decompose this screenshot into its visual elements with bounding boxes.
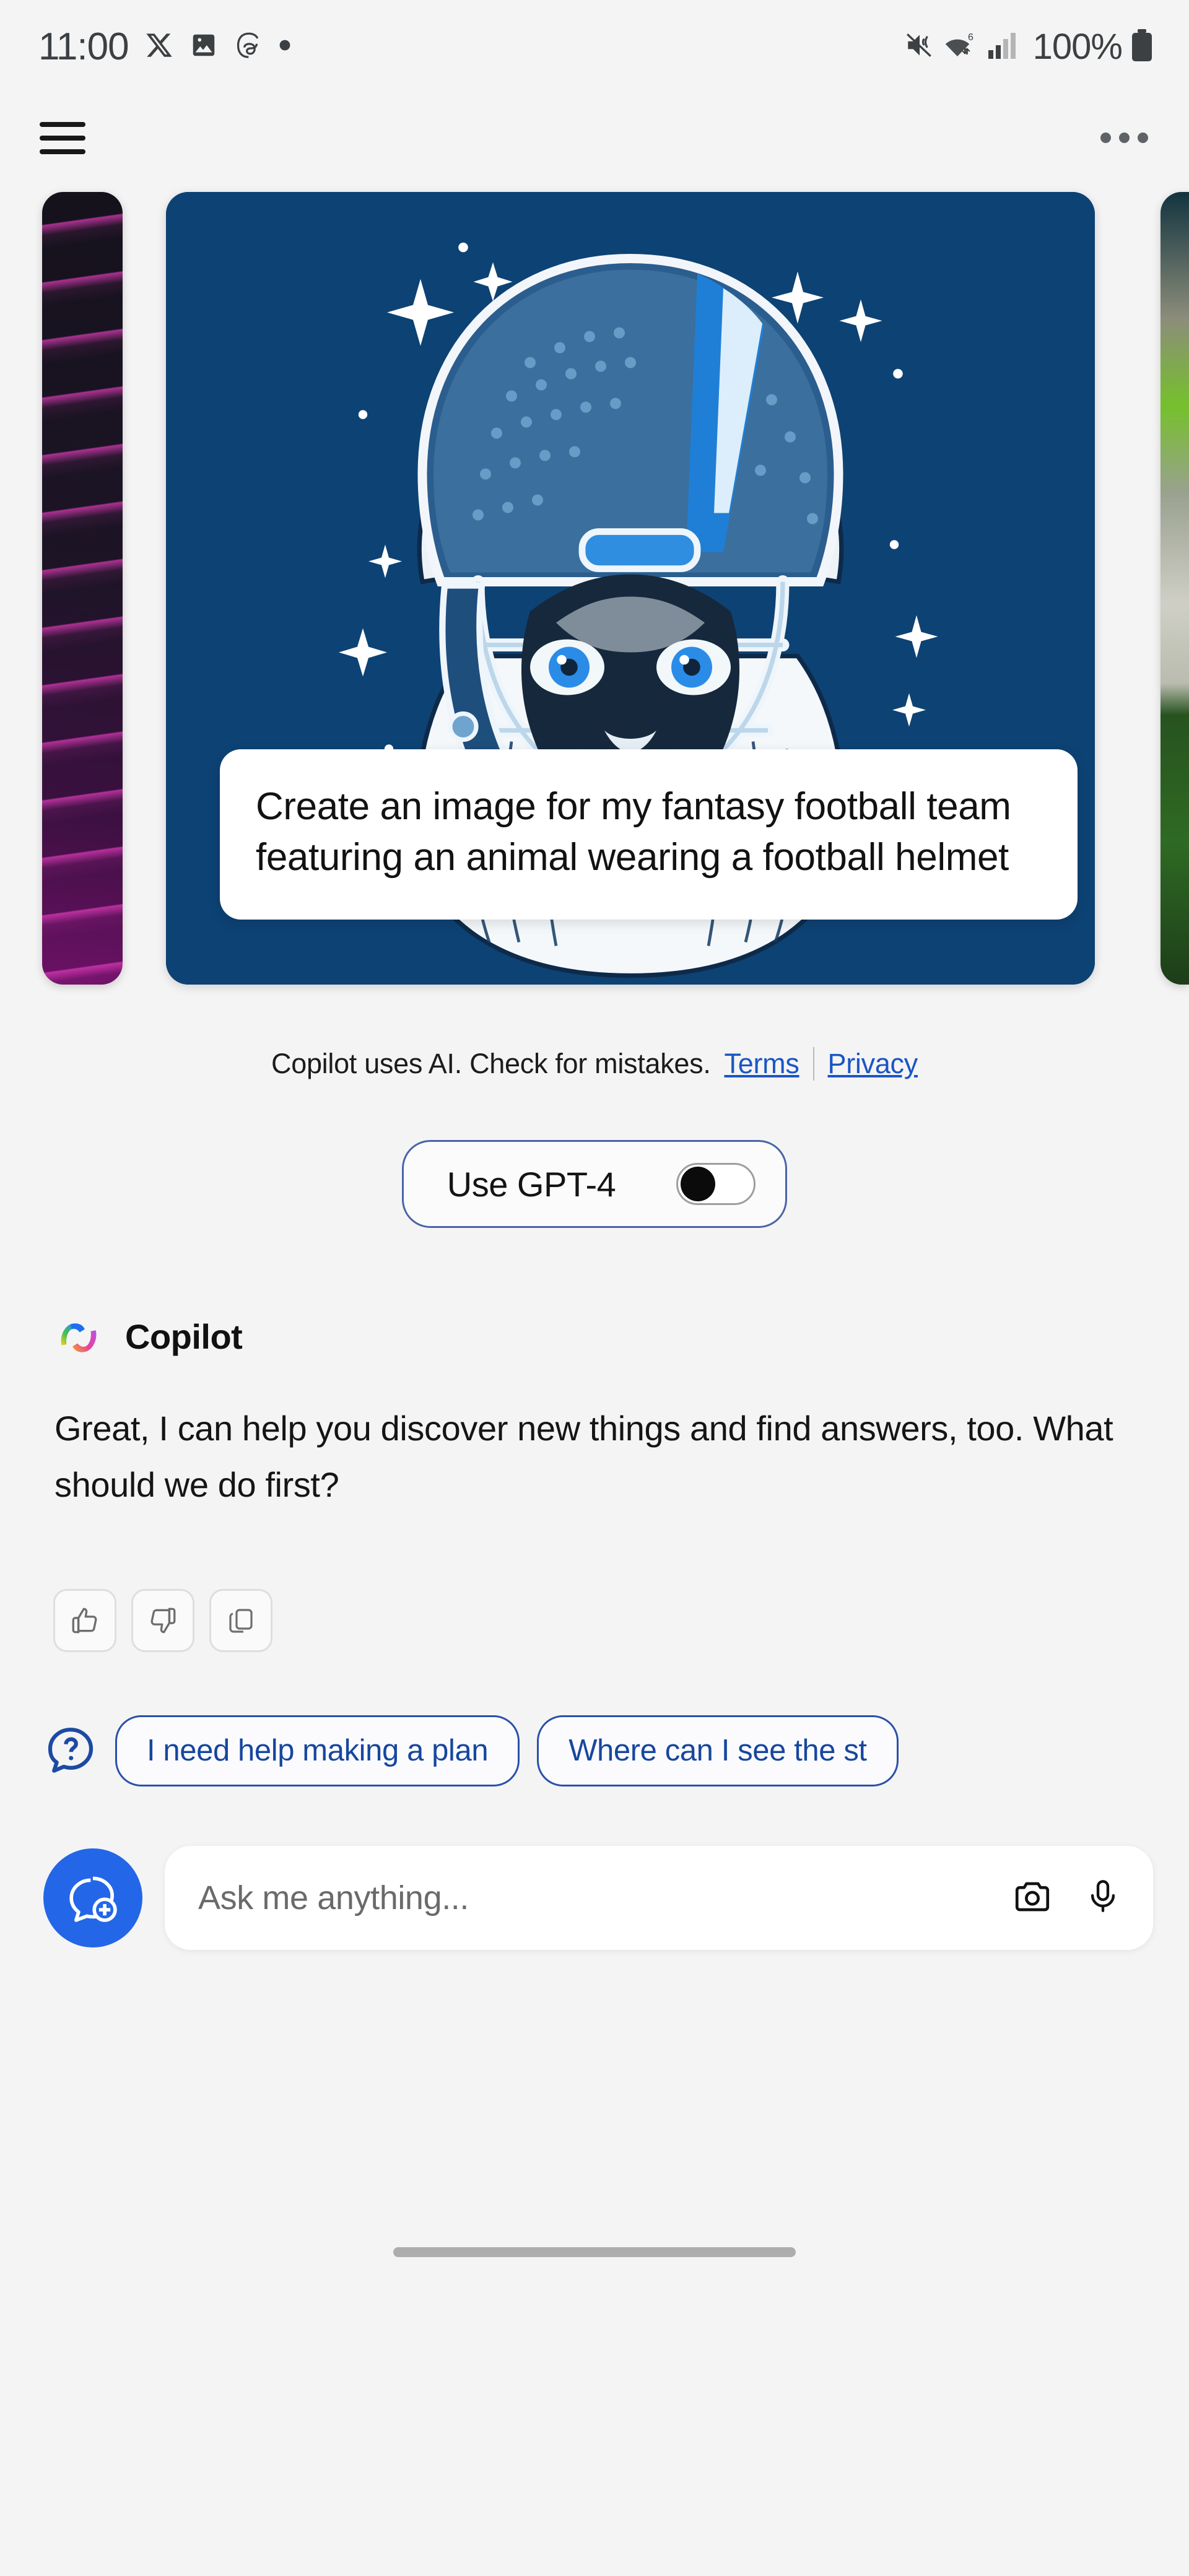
composer-icons — [1012, 1876, 1121, 1920]
composer-bar — [0, 1786, 1189, 1950]
suggestion-chip-2[interactable]: Where can I see the st — [537, 1715, 899, 1786]
svg-text:6: 6 — [968, 32, 973, 43]
app-bar — [0, 93, 1189, 183]
x-twitter-icon — [145, 31, 173, 63]
system-nav-bar — [0, 1950, 1189, 2576]
carousel-card-code[interactable] — [42, 192, 123, 985]
thumbs-down-icon[interactable] — [131, 1588, 194, 1652]
use-gpt4-toggle[interactable]: Use GPT-4 — [401, 1140, 788, 1228]
carousel-card-nature[interactable] — [1161, 192, 1189, 985]
home-gesture-bar[interactable] — [393, 2247, 796, 2258]
feedback-actions — [0, 1513, 1189, 1652]
thumbs-up-icon[interactable] — [53, 1588, 116, 1652]
question-bubble-icon — [43, 1723, 98, 1778]
copy-icon[interactable] — [209, 1588, 272, 1652]
ai-disclaimer: Copilot uses AI. Check for mistakes. Ter… — [0, 1006, 1189, 1081]
wifi-6-icon: 6 — [944, 30, 978, 64]
assistant-message-text: Great, I can help you discover new thing… — [54, 1409, 1113, 1505]
threads-icon — [234, 31, 263, 63]
privacy-link[interactable]: Privacy — [828, 1048, 918, 1080]
assistant-header: Copilot — [54, 1312, 1135, 1360]
hamburger-menu-icon[interactable] — [40, 121, 85, 154]
status-bar-left: 11:00 — [38, 25, 291, 69]
cellular-signal-icon — [987, 30, 1019, 63]
prompt-bubble[interactable]: Create an image for my fantasy football … — [220, 749, 1078, 920]
more-options-icon[interactable] — [1098, 121, 1151, 154]
assistant-message: Copilot Great, I can help you discover n… — [0, 1228, 1189, 1513]
prompt-carousel[interactable]: Create an image for my fantasy football … — [0, 183, 1189, 1006]
status-bar-right: 6 100% — [904, 26, 1153, 67]
ask-input[interactable] — [198, 1878, 1012, 1917]
gpt4-switch-knob — [681, 1167, 716, 1201]
gpt-toggle-row: Use GPT-4 — [0, 1081, 1189, 1228]
camera-icon[interactable] — [1012, 1876, 1053, 1920]
use-gpt4-label: Use GPT-4 — [446, 1164, 616, 1204]
microphone-icon[interactable] — [1085, 1876, 1121, 1920]
dot-indicator-icon — [279, 39, 291, 54]
prompt-bubble-text: Create an image for my fantasy football … — [256, 785, 1011, 879]
gpt4-switch[interactable] — [676, 1163, 756, 1205]
suggestion-chip-1[interactable]: I need help making a plan — [115, 1715, 520, 1786]
suggestion-chips-row[interactable]: I need help making a plan Where can I se… — [0, 1652, 1189, 1786]
disclaimer-divider — [812, 1047, 814, 1081]
new-chat-icon[interactable] — [43, 1848, 142, 1947]
assistant-name: Copilot — [125, 1316, 243, 1356]
phone-screen: 11:00 6 100% Create an image for my fant… — [0, 0, 1189, 2576]
terms-link[interactable]: Terms — [725, 1048, 799, 1080]
photo-gallery-icon — [189, 31, 218, 63]
composer-input-wrap[interactable] — [165, 1845, 1153, 1950]
disclaimer-text: Copilot uses AI. Check for mistakes. — [271, 1048, 711, 1079]
battery-icon — [1131, 28, 1153, 65]
mute-vibrate-icon — [904, 30, 935, 64]
status-bar: 11:00 6 100% — [0, 0, 1189, 93]
status-clock: 11:00 — [38, 25, 129, 68]
copilot-logo-icon — [54, 1312, 103, 1360]
battery-percent-label: 100% — [1032, 26, 1123, 67]
